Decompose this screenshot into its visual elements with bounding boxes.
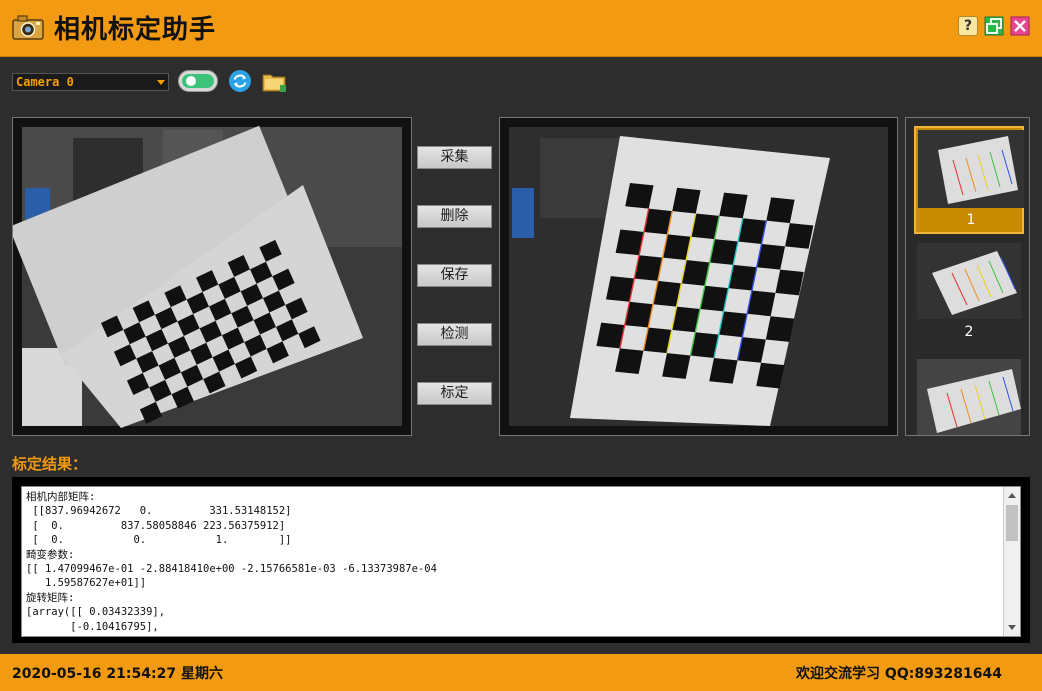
toggle-knob bbox=[186, 76, 196, 86]
folder-icon[interactable] bbox=[262, 71, 288, 93]
status-bar: 2020-05-16 21:54:27 星期六 欢迎交流学习 QQ:893281… bbox=[0, 654, 1042, 691]
camera-view bbox=[8, 117, 412, 436]
refresh-icon[interactable] bbox=[228, 69, 252, 93]
camera-toggle[interactable] bbox=[178, 70, 218, 92]
calibrate-button[interactable]: 标定 bbox=[417, 382, 492, 405]
scroll-thumb[interactable] bbox=[1006, 505, 1018, 541]
capture-button[interactable]: 采集 bbox=[417, 146, 492, 169]
thumbnail-item[interactable]: 2 bbox=[914, 241, 1024, 340]
help-button[interactable]: ? bbox=[958, 16, 978, 36]
camera-select[interactable]: Camera 0 bbox=[12, 73, 169, 91]
window-title: 相机标定助手 bbox=[54, 15, 217, 45]
restore-button[interactable] bbox=[984, 16, 1004, 36]
status-datetime: 2020-05-16 21:54:27 星期六 bbox=[12, 666, 223, 682]
detection-view bbox=[499, 117, 898, 436]
result-scrollbar[interactable] bbox=[1003, 487, 1020, 636]
delete-button[interactable]: 删除 bbox=[417, 205, 492, 228]
main-area: Camera 0 采集 删除 保存 检测 标定 1 2 标定结果： 相机内部矩阵… bbox=[0, 57, 1042, 654]
close-button[interactable] bbox=[1010, 16, 1030, 36]
thumbnail-item[interactable] bbox=[914, 357, 1024, 435]
status-message: 欢迎交流学习 QQ:893281644 bbox=[796, 666, 1002, 682]
chevron-down-icon bbox=[157, 80, 165, 85]
scroll-up-icon[interactable] bbox=[1008, 493, 1016, 498]
camera-select-value: Camera 0 bbox=[16, 75, 74, 89]
save-button[interactable]: 保存 bbox=[417, 264, 492, 287]
thumbnail-image bbox=[917, 243, 1021, 319]
thumbnail-image bbox=[918, 130, 1024, 208]
camera-app-icon bbox=[12, 15, 44, 40]
detection-result-image bbox=[509, 127, 888, 426]
result-textbox[interactable]: 相机内部矩阵: [[837.96942672 0. 331.53148152] … bbox=[21, 486, 1021, 637]
thumbnail-item[interactable]: 1 bbox=[914, 126, 1024, 234]
thumbnail-label: 2 bbox=[964, 324, 974, 340]
detect-button[interactable]: 检测 bbox=[417, 323, 492, 346]
thumbnail-image bbox=[917, 359, 1021, 435]
result-text: 相机内部矩阵: [[837.96942672 0. 331.53148152] … bbox=[26, 491, 437, 636]
camera-live-image bbox=[8, 125, 402, 428]
toggle-track bbox=[182, 74, 214, 88]
title-bar: 相机标定助手 ? bbox=[0, 0, 1042, 57]
scroll-down-icon[interactable] bbox=[1008, 625, 1016, 630]
thumbnail-label: 1 bbox=[966, 212, 976, 228]
result-label: 标定结果： bbox=[12, 455, 88, 473]
